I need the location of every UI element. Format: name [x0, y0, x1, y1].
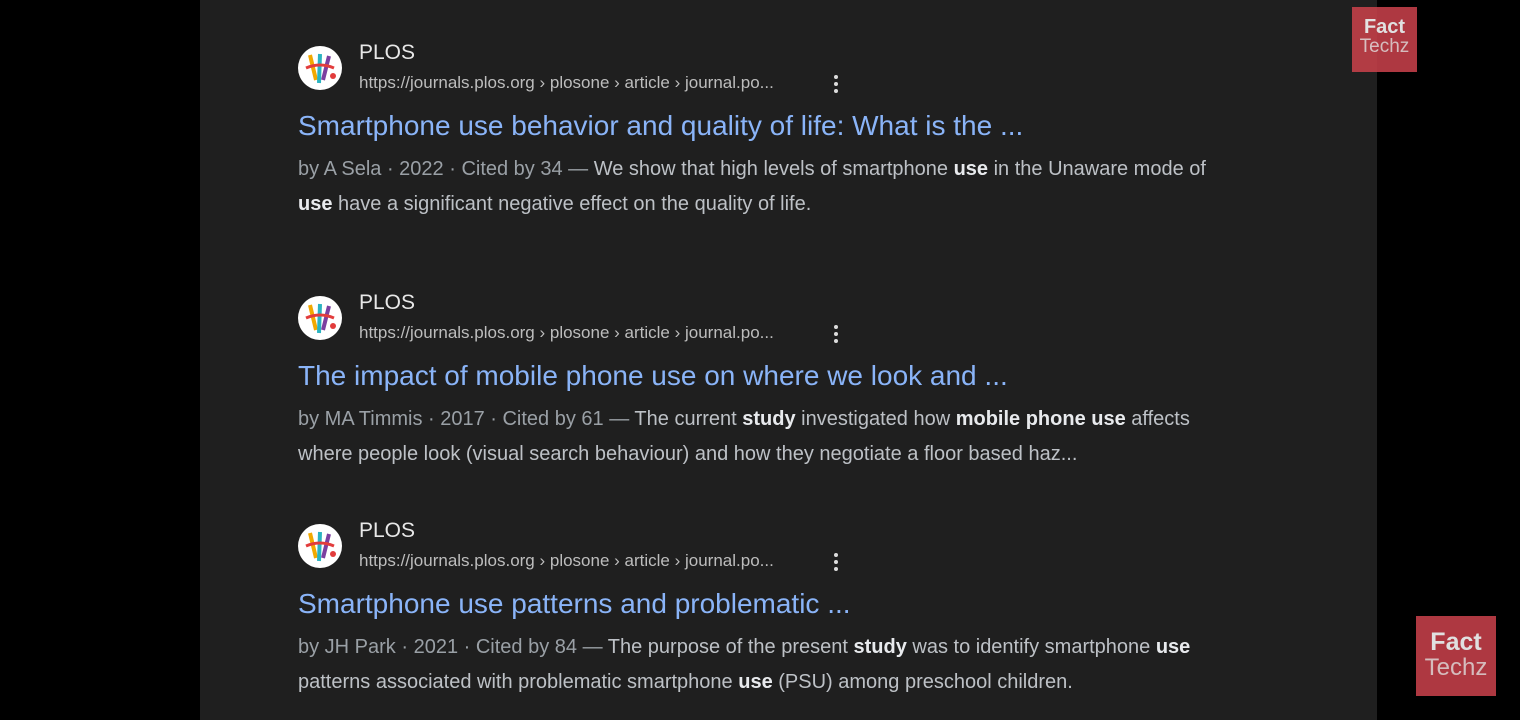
snippet-highlight: study	[742, 408, 796, 430]
snippet-text: We show that high levels of smartphone	[593, 158, 954, 180]
snippet-text: have a significant negative effect on th…	[332, 193, 812, 215]
snippet-text: investigated how	[795, 408, 956, 430]
snippet-highlight: use	[738, 671, 773, 693]
result-title-link[interactable]: Smartphone use patterns and problematic …	[298, 587, 851, 621]
watermark-line1: Fact	[1363, 16, 1406, 38]
fact-techz-watermark: Fact Techz	[1352, 7, 1417, 72]
site-name: PLOS	[359, 519, 416, 542]
more-vert-icon[interactable]	[830, 72, 842, 94]
site-name: PLOS	[359, 41, 416, 64]
site-url[interactable]: https://journals.plos.org › plosone › ar…	[359, 550, 774, 572]
plos-logo-icon[interactable]	[298, 46, 342, 90]
snippet-text: was to identify smartphone	[906, 636, 1156, 658]
search-result: PLOS https://journals.plos.org › plosone…	[298, 40, 1238, 230]
snippet-text: patterns associated with problematic sma…	[298, 671, 739, 693]
snippet-highlight: mobile phone use	[955, 408, 1126, 430]
snippet-highlight: study	[853, 636, 907, 658]
search-result: PLOS https://journals.plos.org › plosone…	[298, 518, 1238, 708]
watermark-line2: Techz	[1359, 36, 1410, 57]
result-snippet: by MA Timmis · 2017 · Cited by 61 — The …	[298, 402, 1228, 472]
snippet-text: The purpose of the present	[607, 636, 854, 658]
result-title-link[interactable]: Smartphone use behavior and quality of l…	[298, 109, 1023, 143]
more-vert-icon[interactable]	[830, 550, 842, 572]
result-snippet: by JH Park · 2021 · Cited by 84 — The pu…	[298, 630, 1228, 700]
snippet-text: (PSU) among preschool children.	[772, 671, 1073, 693]
result-meta: by JH Park · 2021 · Cited by 84 —	[298, 636, 608, 658]
snippet-text: The current	[634, 408, 743, 430]
watermark-line2: Techz	[1424, 654, 1488, 681]
result-snippet: by A Sela · 2022 · Cited by 34 — We show…	[298, 152, 1228, 222]
more-vert-icon[interactable]	[830, 322, 842, 344]
result-meta: by A Sela · 2022 · Cited by 34 —	[298, 158, 594, 180]
site-name: PLOS	[359, 291, 416, 314]
site-url[interactable]: https://journals.plos.org › plosone › ar…	[359, 322, 774, 344]
snippet-highlight: use	[298, 193, 333, 215]
search-result: PLOS https://journals.plos.org › plosone…	[298, 290, 1238, 480]
result-title-link[interactable]: The impact of mobile phone use on where …	[298, 359, 1008, 393]
search-results-panel: PLOS https://journals.plos.org › plosone…	[200, 0, 1377, 720]
result-meta: by MA Timmis · 2017 · Cited by 61 —	[298, 408, 635, 430]
snippet-highlight: use	[1155, 636, 1191, 658]
plos-logo-icon[interactable]	[298, 296, 342, 340]
fact-techz-watermark: Fact Techz	[1416, 616, 1496, 696]
watermark-line1: Fact	[1430, 628, 1482, 656]
plos-logo-icon[interactable]	[298, 524, 342, 568]
snippet-text: in the Unaware mode of	[988, 158, 1206, 180]
snippet-highlight: use	[953, 158, 989, 180]
site-url[interactable]: https://journals.plos.org › plosone › ar…	[359, 72, 774, 94]
